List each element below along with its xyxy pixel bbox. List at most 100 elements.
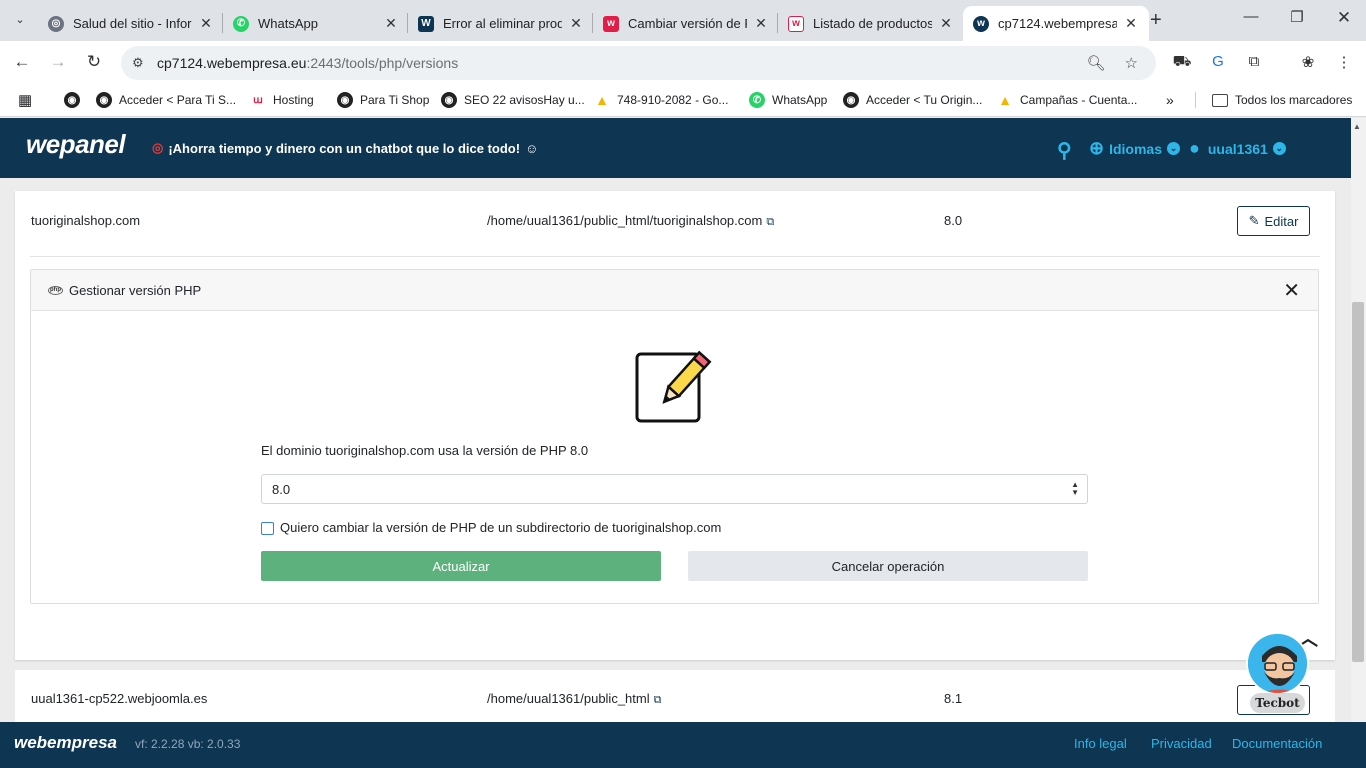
php-version: 8.1 xyxy=(944,691,963,706)
close-panel-icon[interactable]: ✕ xyxy=(1283,278,1300,303)
cast-icon[interactable]: ⛟ xyxy=(1171,53,1193,72)
cancel-button[interactable]: Cancelar operación xyxy=(688,551,1088,581)
bookmark-item[interactable]: ▲ 748-910-2082 - Go... xyxy=(594,91,728,109)
bookmark-item[interactable]: ◉ Acceder < Para Ti S... xyxy=(96,91,236,109)
tecbot-chat-button[interactable] xyxy=(1246,632,1309,695)
globe-icon: ◉ xyxy=(96,92,112,108)
chevron-down-icon: ⌄ xyxy=(1272,142,1286,155)
manage-php-panel xyxy=(30,269,1319,604)
domain-card-2 xyxy=(15,670,1335,730)
php-version-select[interactable]: 8.0 ▲ ▼ xyxy=(261,474,1088,504)
close-window-icon[interactable]: ✕ xyxy=(1329,8,1359,28)
bookmark-item[interactable]: ◉ SEO 22 avisosHay u... xyxy=(441,91,585,109)
chevron-down-icon: ⌄ xyxy=(1167,142,1180,155)
wepanel-icon: w xyxy=(973,15,989,32)
forward-arrow-icon[interactable]: → xyxy=(47,52,69,72)
menu-kebab-icon[interactable]: ⋮ xyxy=(1333,53,1355,71)
row-divider xyxy=(30,256,1320,257)
globe-icon: ◉ xyxy=(64,92,80,108)
document-root[interactable]: /home/uual1361/public_html ⧉ xyxy=(487,691,661,707)
close-tab-icon[interactable]: ✕ xyxy=(938,15,954,32)
new-tab-plus-icon[interactable]: + xyxy=(1150,9,1162,32)
folder-icon xyxy=(1212,93,1228,107)
browser-tab-listado[interactable]: w Listado de productos ✕ xyxy=(778,6,964,41)
update-button[interactable]: Actualizar xyxy=(261,551,661,581)
bookmark-item[interactable]: ✆ WhatsApp xyxy=(749,91,827,109)
google-ads-icon: ▲ xyxy=(595,92,609,108)
bookmarks-divider xyxy=(1195,92,1196,108)
reload-icon[interactable]: ↻ xyxy=(83,52,105,72)
bookmarks-overflow[interactable]: » xyxy=(1166,91,1174,109)
select-arrows-icon: ▲ ▼ xyxy=(1071,480,1079,497)
omnibox-actions: 🔍︎ ☆ xyxy=(1087,46,1139,80)
close-tab-icon[interactable]: ✕ xyxy=(198,15,214,32)
browser-tab-error[interactable]: W Error al eliminar prod ✕ xyxy=(408,6,594,41)
subdirectory-checkbox[interactable] xyxy=(261,522,274,535)
info-legal-link[interactable]: Info legal xyxy=(1074,736,1127,751)
back-arrow-icon[interactable]: ← xyxy=(11,52,33,72)
url-text[interactable]: cp7124.webempresa.eu:2443/tools/php/vers… xyxy=(157,55,458,71)
zoom-icon[interactable]: 🔍︎ xyxy=(1087,54,1106,72)
close-tab-icon[interactable]: ✕ xyxy=(1123,15,1139,32)
external-link-icon[interactable]: ⧉ xyxy=(766,216,774,229)
bookmark-item[interactable]: ▲ Campañas - Cuenta... xyxy=(997,91,1137,109)
documentation-link[interactable]: Documentación xyxy=(1232,736,1322,751)
site-info-icon[interactable]: ⚙ xyxy=(132,55,148,71)
webempresa-logo[interactable]: webempresa xyxy=(14,733,117,753)
whatsapp-icon: ✆ xyxy=(233,15,249,32)
bookmark-item[interactable]: ◉ Acceder < Tu Origin... xyxy=(843,91,982,109)
globe-icon: ◉ xyxy=(843,92,859,108)
external-link-icon[interactable]: ⧉ xyxy=(654,694,662,707)
close-tab-icon[interactable]: ✕ xyxy=(753,15,769,32)
subdirectory-checkbox-label[interactable]: Quiero cambiar la versión de PHP de un s… xyxy=(280,520,721,535)
search-icon[interactable]: ⚲ xyxy=(1057,138,1072,163)
user-menu[interactable]: ● uual1361 ⌄ xyxy=(1189,138,1286,159)
browser-tab-active[interactable]: w cp7124.webempresa.e ✕ xyxy=(963,6,1149,41)
bookmark-item[interactable]: ա Hosting xyxy=(250,91,314,109)
browser-tab-whatsapp[interactable]: ✆ WhatsApp ✕ xyxy=(223,6,409,41)
close-tab-icon[interactable]: ✕ xyxy=(568,15,584,32)
all-bookmarks[interactable]: Todos los marcadores xyxy=(1212,91,1352,109)
domain-name: tuoriginalshop.com xyxy=(31,213,141,228)
profile-avatar-icon[interactable]: ❀ xyxy=(1297,53,1319,71)
promo-banner[interactable]: ◎ ¡Ahorra tiempo y dinero con un chatbot… xyxy=(152,140,538,156)
webempresa-icon: w xyxy=(603,15,619,32)
edit-button[interactable]: ✎ Editar xyxy=(1237,206,1310,236)
address-bar[interactable]: ⚙ cp7124.webempresa.eu:2443/tools/php/ve… xyxy=(121,46,1156,80)
scrollbar-thumb[interactable] xyxy=(1352,302,1364,662)
globe-icon: ⊕ xyxy=(1089,138,1105,158)
translate-icon[interactable]: G xyxy=(1207,53,1229,70)
target-icon: ◎ xyxy=(152,140,164,155)
php-version: 8.0 xyxy=(944,213,963,228)
browser-tab-cambiar[interactable]: w Cambiar versión de P ✕ xyxy=(593,6,779,41)
panel-header: php Gestionar versión PHP ✕ xyxy=(31,270,1318,311)
wepanel-logo[interactable]: wepanel xyxy=(26,129,126,160)
google-ads-icon: ▲ xyxy=(998,92,1012,108)
edit-illustration-icon xyxy=(635,350,712,423)
edit-icon: ✎ xyxy=(1248,213,1260,228)
scroll-up-icon[interactable]: ▲ xyxy=(1353,122,1361,131)
language-selector[interactable]: ⊕ Idiomas ⌄ xyxy=(1089,138,1180,159)
apps-grid-icon[interactable]: ▦ xyxy=(18,91,32,109)
minimize-icon[interactable]: — xyxy=(1236,8,1266,25)
tecbot-label[interactable]: Tecbot xyxy=(1250,693,1305,713)
version-info: vf: 2.2.28 vb: 2.0.33 xyxy=(135,737,241,751)
domain-name: uual1361-cp522.webjoomla.es xyxy=(31,691,208,706)
extensions-puzzle-icon[interactable]: ⧉ xyxy=(1243,53,1265,70)
php-logo-icon: php xyxy=(48,285,63,295)
close-tab-icon[interactable]: ✕ xyxy=(383,15,399,32)
php-version-message: El dominio tuoriginalshop.com usa la ver… xyxy=(261,443,589,458)
restore-icon[interactable]: ❐ xyxy=(1282,8,1312,26)
bookmark-item[interactable]: ◉ Para Ti Shop xyxy=(337,91,429,109)
browser-tab-salud[interactable]: ◎ Salud del sitio - Infor ✕ xyxy=(38,6,224,41)
document-root[interactable]: /home/uual1361/public_html/tuoriginalsho… xyxy=(487,213,774,229)
webempresa-icon: w xyxy=(788,15,804,32)
tab-search-chevron-down-icon[interactable]: ⌄ xyxy=(10,8,30,30)
whatsapp-icon: ✆ xyxy=(749,92,765,108)
wepanel-icon: W xyxy=(418,15,434,32)
privacy-link[interactable]: Privacidad xyxy=(1151,736,1212,751)
bookmark-star-icon[interactable]: ☆ xyxy=(1125,54,1138,72)
ghost-icon: ☺ xyxy=(525,140,539,156)
webempresa-icon: ա xyxy=(253,94,263,106)
bookmark-item[interactable]: ◉ xyxy=(64,91,87,109)
